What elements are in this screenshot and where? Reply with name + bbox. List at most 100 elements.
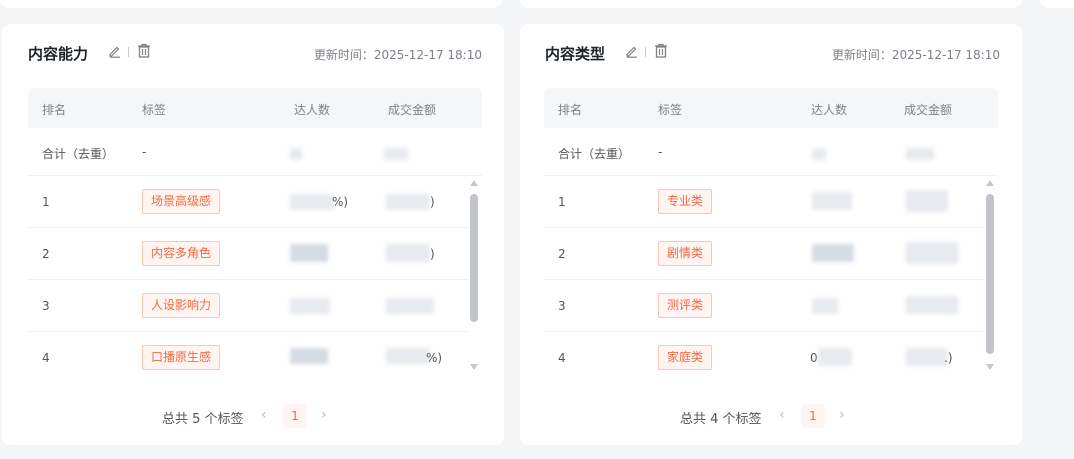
table-row: 1 专业类 xyxy=(544,176,984,228)
table-row: 2 内容多角色 ) xyxy=(28,228,468,280)
row-tag[interactable]: 测评类 xyxy=(658,293,713,318)
redacted-gmv-total xyxy=(384,148,408,160)
update-time: 更新时间：2025-12-17 18:10 xyxy=(831,48,1000,62)
icon-divider xyxy=(128,47,129,57)
redacted-gmv xyxy=(906,190,948,212)
row-tag[interactable]: 场景高级感 xyxy=(142,189,221,214)
row-tag[interactable]: 专业类 xyxy=(658,189,713,214)
column-header-tag: 标签 xyxy=(658,103,683,117)
column-header-gmv: 成交金额 xyxy=(388,103,437,117)
card-above-left-edge xyxy=(0,0,502,8)
table-row: 1 场景高级感 %) ) xyxy=(28,176,468,228)
table-row: 3 测评类 xyxy=(544,280,984,332)
total-label: 合计（去重） xyxy=(558,147,631,161)
redacted-creators-total xyxy=(812,148,826,160)
row-tag[interactable]: 内容多角色 xyxy=(142,241,221,266)
row-rank: 2 xyxy=(558,247,566,261)
row-rank: 1 xyxy=(558,195,566,209)
page-button-current[interactable]: 1 xyxy=(801,404,825,428)
total-tag-value: - xyxy=(658,145,663,159)
card-header: 内容能力 更新时间：2025-12-17 18:10 xyxy=(2,24,504,84)
redacted-creators-total xyxy=(290,148,302,160)
scroll-up-arrow-icon[interactable] xyxy=(986,180,994,186)
prev-page-icon[interactable]: ‹ xyxy=(261,407,267,423)
card-title: 内容能力 xyxy=(28,45,89,63)
column-header-rank: 排名 xyxy=(42,103,67,117)
scroll-down-arrow-icon[interactable] xyxy=(986,364,994,370)
table-scrollbar[interactable] xyxy=(470,180,478,370)
prev-page-icon[interactable]: ‹ xyxy=(779,407,785,423)
column-header-creators: 达人数 xyxy=(811,103,848,117)
row-tag[interactable]: 剧情类 xyxy=(658,241,713,266)
edit-icon[interactable] xyxy=(625,44,639,58)
card-above-right-edge xyxy=(520,0,1022,8)
redacted-gmv xyxy=(906,296,958,314)
redacted-creators xyxy=(812,298,838,314)
scroll-down-arrow-icon[interactable] xyxy=(470,364,478,370)
redacted-gmv xyxy=(386,194,430,210)
update-time: 更新时间：2025-12-17 18:10 xyxy=(313,48,482,62)
redacted-gmv xyxy=(386,298,434,314)
redacted-gmv-total xyxy=(906,148,934,160)
redacted-gmv xyxy=(906,348,948,366)
page-button-current[interactable]: 1 xyxy=(283,404,307,428)
column-header-rank: 排名 xyxy=(558,103,583,117)
tag-card-content-ability: 内容能力 更新时间：2025-12-17 18:10 排名 标签 达人数 成交金… xyxy=(2,24,504,445)
pagination-total: 总共 4 个标签 xyxy=(680,412,762,427)
scroll-up-arrow-icon[interactable] xyxy=(470,180,478,186)
table-scrollbar[interactable] xyxy=(986,180,994,370)
row-rank: 1 xyxy=(42,195,50,209)
table-row-total: 合计（去重） - xyxy=(28,128,482,176)
table-header: 排名 标签 达人数 成交金额 xyxy=(544,88,998,128)
card-header: 内容类型 更新时间：2025-12-17 18:10 xyxy=(520,24,1022,84)
redacted-creators xyxy=(290,298,330,314)
icon-divider xyxy=(645,47,646,57)
tag-card-content-type: 内容类型 更新时间：2025-12-17 18:10 排名 标签 达人数 成交金… xyxy=(520,24,1022,445)
column-header-creators: 达人数 xyxy=(294,103,331,117)
table-row-total: 合计（去重） - xyxy=(544,128,998,176)
gmv-suffix: .) xyxy=(944,351,953,365)
table-header: 排名 标签 达人数 成交金额 xyxy=(28,88,482,128)
row-rank: 3 xyxy=(558,299,566,313)
tag-ranking-table: 排名 标签 达人数 成交金额 合计（去重） - 1 场景高级感 %) ) 2 内… xyxy=(28,88,482,370)
gmv-suffix: %) xyxy=(426,351,443,365)
table-row: 4 家庭类 0 .) xyxy=(544,332,984,384)
row-rank: 4 xyxy=(558,351,566,365)
next-page-icon[interactable]: › xyxy=(839,407,845,423)
redacted-creators xyxy=(812,244,854,262)
redacted-gmv xyxy=(386,348,430,364)
card-title: 内容类型 xyxy=(545,45,606,63)
column-header-tag: 标签 xyxy=(142,103,167,117)
total-label: 合计（去重） xyxy=(42,147,115,161)
card-above-far-right-edge xyxy=(1040,0,1074,8)
creators-prefix: 0 xyxy=(810,351,818,365)
redacted-creators xyxy=(812,192,852,210)
row-rank: 4 xyxy=(42,351,50,365)
redacted-creators xyxy=(290,348,328,364)
row-tag[interactable]: 人设影响力 xyxy=(142,293,221,318)
pagination-total: 总共 5 个标签 xyxy=(162,412,244,427)
row-rank: 2 xyxy=(42,247,50,261)
table-row: 2 剧情类 xyxy=(544,228,984,280)
redacted-gmv xyxy=(386,244,430,262)
row-tag[interactable]: 家庭类 xyxy=(658,345,713,370)
table-row: 3 人设影响力 xyxy=(28,280,468,332)
gmv-suffix: ) xyxy=(430,247,435,261)
scrollbar-thumb[interactable] xyxy=(986,194,994,354)
redacted-creators xyxy=(290,244,328,262)
redacted-gmv xyxy=(906,242,958,264)
gmv-suffix: ) xyxy=(430,195,435,209)
tag-ranking-table: 排名 标签 达人数 成交金额 合计（去重） - 1 专业类 2 剧情类 3 测评… xyxy=(544,88,998,370)
redacted-creators xyxy=(290,194,334,210)
edit-icon[interactable] xyxy=(108,44,122,58)
creators-suffix: %) xyxy=(332,195,349,209)
pagination: 总共 4 个标签 ‹ 1 › xyxy=(680,404,860,428)
scrollbar-thumb[interactable] xyxy=(470,194,478,322)
trash-icon[interactable] xyxy=(654,43,668,58)
pagination: 总共 5 个标签 ‹ 1 › xyxy=(162,404,342,428)
redacted-creators xyxy=(818,348,852,366)
trash-icon[interactable] xyxy=(137,43,151,58)
row-rank: 3 xyxy=(42,299,50,313)
next-page-icon[interactable]: › xyxy=(321,407,327,423)
row-tag[interactable]: 口播原生感 xyxy=(142,345,221,370)
